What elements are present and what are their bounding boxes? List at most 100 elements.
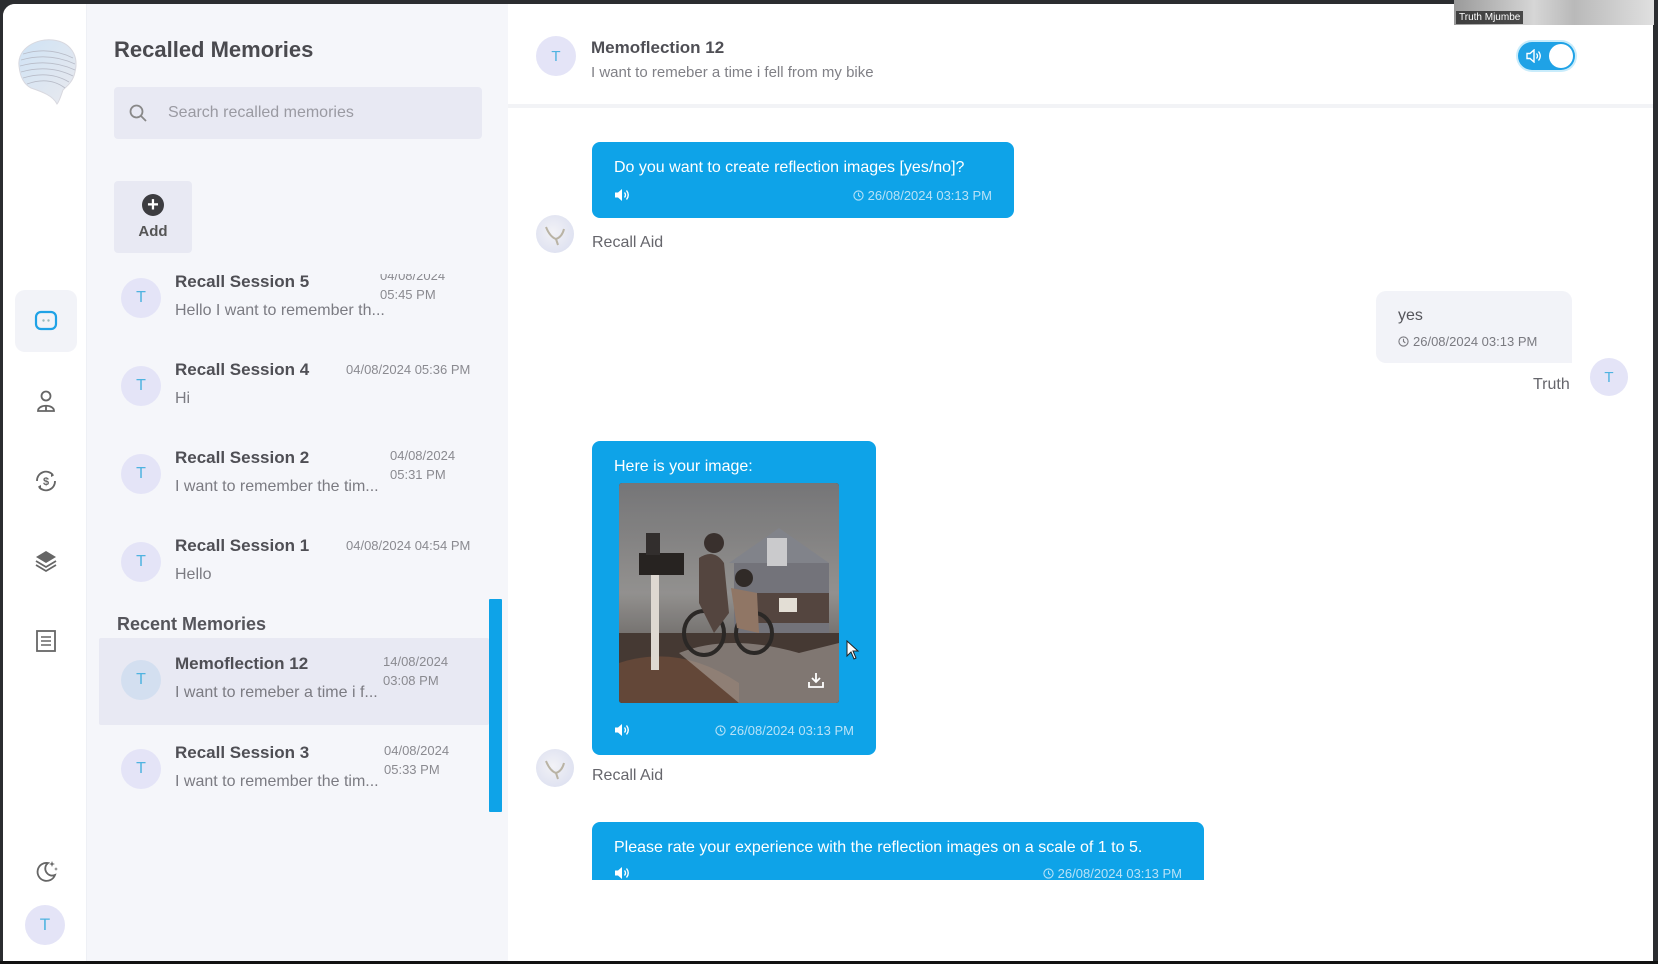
memory-preview: Hello bbox=[175, 566, 212, 583]
bot-message-bubble: Do you want to create reflection images … bbox=[592, 142, 1014, 218]
speaker-icon[interactable] bbox=[614, 723, 632, 737]
timestamp-text: 26/08/2024 03:13 PM bbox=[867, 188, 992, 203]
rail-item-documents[interactable] bbox=[15, 610, 77, 672]
memory-title: Recall Session 3 bbox=[175, 743, 310, 762]
time-text: 05:33 PM bbox=[384, 762, 440, 777]
avatar-initial: T bbox=[39, 915, 51, 934]
memory-list-item[interactable]: T Recall Session 4 Hi 04/08/2024 05:36 P… bbox=[99, 344, 489, 428]
message-text: Please rate your experience with the ref… bbox=[614, 839, 1143, 856]
message-timestamp: 26/08/2024 03:13 PM bbox=[853, 188, 992, 203]
memory-preview: Hi bbox=[175, 390, 191, 407]
generated-reflection-image[interactable] bbox=[619, 483, 839, 703]
avatar-initial: T bbox=[136, 553, 146, 570]
avatar-initial: T bbox=[136, 671, 146, 688]
bot-message-bubble: Here is your image: 26/08/2024 03:13 PM bbox=[592, 441, 876, 755]
clock-icon bbox=[853, 190, 864, 201]
chat-bubble-icon bbox=[34, 310, 58, 331]
avatar-initial: T bbox=[136, 465, 146, 482]
avatar: T bbox=[121, 366, 161, 406]
rail-item-billing[interactable]: $ bbox=[15, 450, 77, 512]
panel-title: Recalled Memories bbox=[114, 37, 314, 62]
add-memory-button[interactable]: + Add bbox=[114, 181, 192, 253]
webcam-thumbnail: Truth Mjumbe bbox=[1454, 0, 1654, 25]
memory-title: Recall Session 1 bbox=[175, 536, 310, 555]
user-icon bbox=[37, 390, 55, 412]
avatar: T bbox=[121, 749, 161, 789]
memory-list-item[interactable]: T Recall Session 5 Hello I want to remem… bbox=[99, 274, 489, 340]
speaker-icon[interactable] bbox=[614, 866, 632, 880]
memory-list-item[interactable]: T Recall Session 2 I want to remember th… bbox=[99, 432, 489, 516]
theme-toggle-button[interactable] bbox=[15, 840, 77, 902]
chat-subtitle: I want to remeber a time i fell from my … bbox=[591, 64, 874, 81]
user-message-bubble: yes 26/08/2024 03:13 PM bbox=[1376, 291, 1572, 363]
avatar: T bbox=[121, 660, 161, 700]
sender-name: Recall Aid bbox=[592, 767, 664, 784]
memory-date: 14/08/2024 03:08 PM bbox=[383, 652, 448, 690]
memories-panel: Recalled Memories + Add T Recall Session… bbox=[87, 4, 508, 961]
date-text: 04/08/2024 bbox=[346, 362, 412, 377]
recent-memories-heading: Recent Memories bbox=[117, 614, 267, 634]
message-timestamp: 26/08/2024 03:13 PM bbox=[1398, 334, 1537, 349]
audio-toggle[interactable] bbox=[1518, 42, 1575, 70]
clock-icon bbox=[1398, 336, 1409, 347]
layers-icon bbox=[35, 551, 57, 573]
plus-circle-icon: + bbox=[142, 194, 164, 216]
memory-preview: I want to remember the tim... bbox=[175, 478, 379, 495]
webcam-label: Truth Mjumbe bbox=[1456, 11, 1524, 24]
date-text: 04/08/2024 bbox=[346, 538, 412, 553]
app-window: $ T Recalled Memories + Add T Recall Ses… bbox=[3, 4, 1653, 961]
currency-exchange-icon: $ bbox=[36, 470, 56, 492]
date-text: 14/08/2024 bbox=[383, 654, 449, 669]
timestamp-text: 26/08/2024 03:13 PM bbox=[729, 723, 854, 738]
bot-message-bubble: Please rate your experience with the ref… bbox=[592, 822, 1204, 880]
memory-date: 04/08/2024 04:54 PM bbox=[346, 536, 470, 555]
sender-name: Recall Aid bbox=[592, 234, 664, 251]
user-avatar-button[interactable]: T bbox=[25, 905, 65, 945]
memory-date: 04/08/2024 05:36 PM bbox=[346, 360, 470, 379]
search-input[interactable] bbox=[168, 104, 468, 122]
brain-logo bbox=[13, 34, 81, 106]
rail-item-chat[interactable] bbox=[15, 290, 77, 352]
memory-list-scrollbar[interactable] bbox=[489, 599, 502, 812]
message-text: yes bbox=[1398, 307, 1423, 324]
document-icon bbox=[36, 630, 56, 652]
date-text: 04/08/2024 bbox=[384, 743, 450, 758]
avatar-initial: T bbox=[136, 760, 146, 777]
clock-icon bbox=[715, 725, 726, 736]
avatar: T bbox=[121, 454, 161, 494]
toggle-knob bbox=[1549, 44, 1573, 68]
memory-list-item[interactable]: T Recall Session 1 Hello 04/08/2024 04:5… bbox=[99, 520, 489, 604]
memory-list-item[interactable]: T Memoflection 12 I want to remeber a ti… bbox=[99, 638, 489, 725]
chat-title: Memoflection 12 bbox=[591, 38, 725, 57]
memory-preview: I want to remeber a time i f... bbox=[175, 684, 378, 701]
rail-item-profile[interactable] bbox=[15, 370, 77, 432]
avatar: T bbox=[1590, 358, 1628, 396]
date-text: 04/08/2024 bbox=[380, 274, 446, 283]
memory-preview: I want to remember the tim... bbox=[175, 773, 379, 790]
time-text: 05:36 PM bbox=[414, 362, 471, 377]
memory-date: 04/08/2024 05:31 PM bbox=[390, 446, 455, 484]
time-text: 03:08 PM bbox=[383, 673, 439, 688]
speaker-icon[interactable] bbox=[614, 188, 632, 202]
date-text: 04/08/2024 bbox=[390, 448, 456, 463]
memory-title: Recall Session 4 bbox=[175, 360, 310, 379]
clock-icon bbox=[1043, 868, 1054, 879]
svg-text:$: $ bbox=[43, 476, 49, 488]
icon-rail: $ T bbox=[3, 4, 87, 961]
download-icon[interactable] bbox=[807, 671, 825, 689]
search-box bbox=[114, 87, 482, 139]
memory-list: T Recall Session 5 Hello I want to remem… bbox=[87, 274, 497, 874]
sender-name: Truth bbox=[1533, 376, 1570, 393]
rail-item-layers[interactable] bbox=[15, 530, 77, 592]
chat-area: T Memoflection 12 I want to remeber a ti… bbox=[508, 4, 1653, 961]
memory-list-item[interactable]: T Recall Session 3 I want to remember th… bbox=[99, 727, 489, 811]
search-icon bbox=[129, 104, 147, 122]
avatar-initial: T bbox=[136, 289, 146, 306]
speaker-icon bbox=[1526, 49, 1541, 63]
memory-title: Recall Session 5 bbox=[175, 274, 310, 291]
avatar-initial: T bbox=[1604, 368, 1614, 386]
time-text: 05:31 PM bbox=[390, 467, 446, 482]
avatar-initial: T bbox=[136, 377, 146, 394]
timestamp-text: 26/08/2024 03:13 PM bbox=[1413, 334, 1538, 349]
message-text: Here is your image: bbox=[614, 458, 753, 475]
